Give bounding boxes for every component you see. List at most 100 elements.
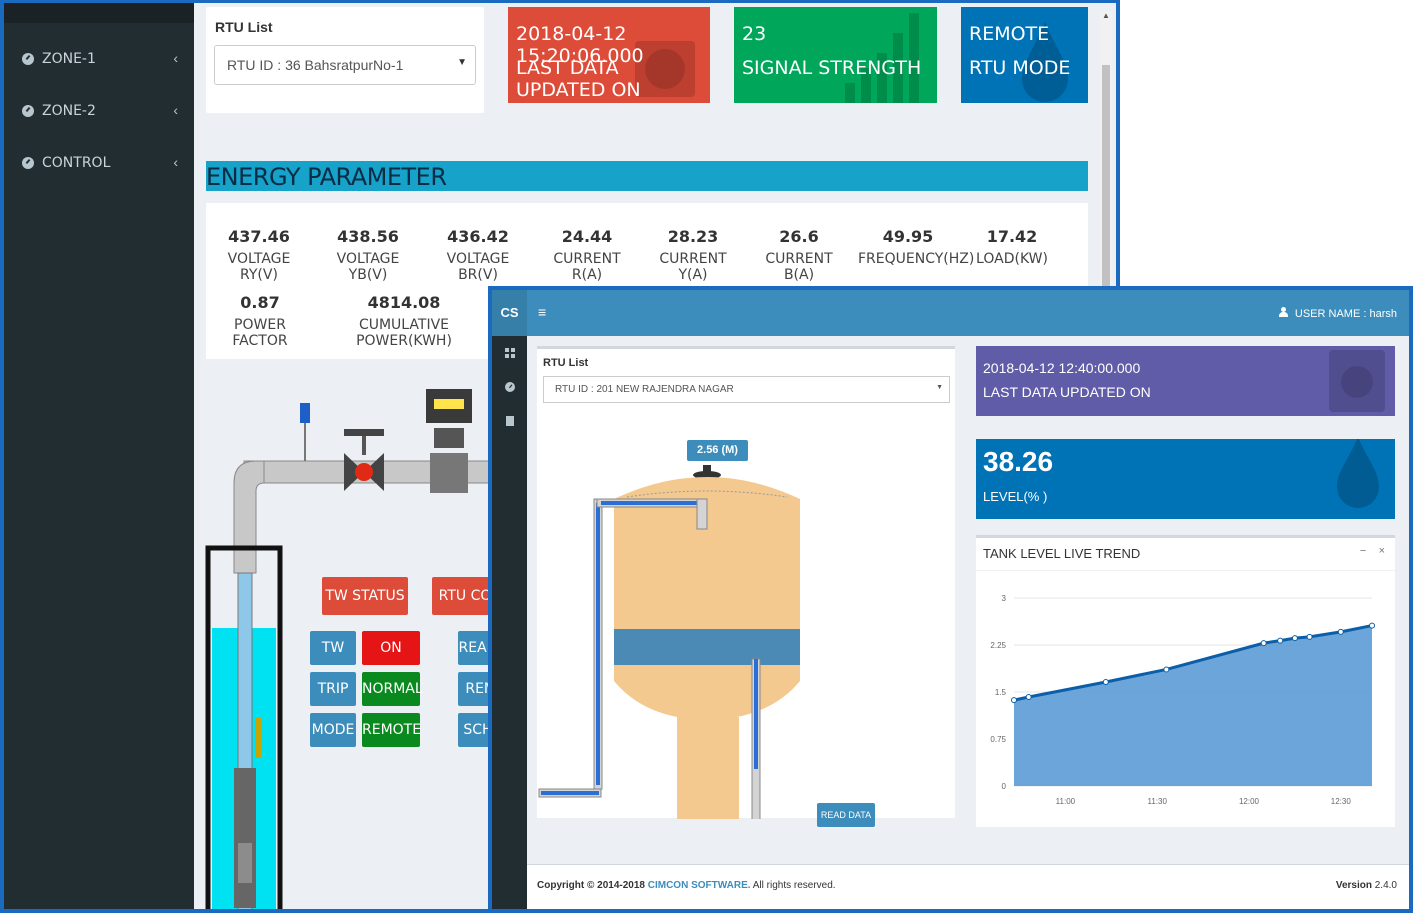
rtu-list-label: RTU List [543, 357, 589, 369]
minimize-icon[interactable]: − [1360, 545, 1366, 557]
param-voltage-ry: 437.46 VOLTAGE RY(V) [214, 227, 304, 283]
dashboard-icon[interactable] [505, 382, 515, 392]
param-name: VOLTAGE RY(V) [227, 251, 291, 283]
last-update-box: 2018-04-12 15:20:06.000 LAST DATA UPDATE… [508, 7, 710, 103]
last-update-value: 2018-04-12 12:40:00.000 [983, 360, 1141, 376]
mode-label: MODE [310, 713, 356, 747]
sidebar-item-zone-1[interactable]: ZONE-1 ‹ [4, 33, 194, 85]
param-name: VOLTAGE BR(V) [446, 251, 510, 283]
rtu-select[interactable]: RTU ID : 36 BahsratpurNo-1 ▼ [214, 45, 476, 85]
scrollbar-thumb[interactable] [1102, 65, 1110, 295]
chevron-left-icon: ‹ [173, 50, 178, 66]
y-tick-label: 2.25 [990, 641, 1006, 650]
user-icon [1278, 307, 1288, 317]
version-number: 2.4.0 [1374, 880, 1397, 891]
energy-parameter-title: ENERGY PARAMETER [206, 163, 447, 191]
x-tick-label: 11:30 [1147, 797, 1167, 806]
y-tick-label: 3 [1002, 594, 1007, 603]
y-tick-label: 0.75 [990, 735, 1006, 744]
signal-strength-label: SIGNAL STRENGTH [742, 57, 922, 79]
param-value: 0.87 [240, 293, 280, 312]
user-menu[interactable]: USER NAME : harsh [1278, 307, 1397, 320]
sidebar: ZONE-1 ‹ ZONE-2 ‹ CONTROL ‹ [4, 3, 194, 909]
data-point [1102, 678, 1109, 685]
footer-copyright: Copyright © 2014-2018 CIMCON SOFTWARE. A… [537, 880, 836, 891]
read-data-button[interactable]: READ DATA [817, 803, 875, 827]
close-icon[interactable]: × [1379, 545, 1385, 557]
energy-parameter-header: ENERGY PARAMETER [206, 161, 1088, 191]
last-update-label: LAST DATA UPDATED ON [516, 57, 641, 101]
param-current-r: 24.44 CURRENT R(A) [542, 227, 632, 283]
front-content: RTU List RTU ID : 201 NEW RAJENDRA NAGAR… [527, 336, 1409, 909]
param-name: CURRENT R(A) [553, 251, 621, 283]
sidebar-item-label: ZONE-1 [42, 51, 96, 67]
rights-text: All rights reserved. [752, 880, 836, 891]
caret-down-icon: ▼ [936, 384, 943, 391]
level-meter-tag: 2.56 (M) [687, 440, 748, 461]
scroll-up-icon[interactable]: ▲ [1102, 11, 1110, 20]
footer: Copyright © 2014-2018 CIMCON SOFTWARE. A… [527, 864, 1409, 909]
grid-icon[interactable] [505, 348, 515, 358]
x-tick-label: 12:00 [1239, 797, 1260, 806]
param-name: CUMULATIVE POWER(KWH) [356, 317, 452, 349]
rtu-list-box: RTU List RTU ID : 36 BahsratpurNo-1 ▼ [206, 7, 484, 113]
data-point [1369, 622, 1375, 629]
dashboard-icon [22, 157, 34, 169]
param-voltage-br: 436.42 VOLTAGE BR(V) [432, 227, 524, 283]
rtu-list-label: RTU List [215, 19, 273, 35]
sidebar-item-zone-2[interactable]: ZONE-2 ‹ [4, 85, 194, 137]
tank-trend-panel: TANK LEVEL LIVE TREND − × 0 0.75 1.5 2.25 3 1… [976, 535, 1395, 827]
app-logo[interactable]: CS [492, 290, 527, 336]
param-value: 437.46 [228, 227, 290, 246]
dashboard-icon [22, 53, 34, 65]
chevron-left-icon: ‹ [173, 154, 178, 170]
sidebar-item-label: ZONE-2 [42, 103, 96, 119]
param-voltage-yb: 438.56 VOLTAGE YB(V) [322, 227, 414, 283]
calendar-icon [1329, 350, 1385, 412]
water-tank-diagram [538, 465, 800, 819]
level-box: 38.26 LEVEL(% ) [976, 439, 1395, 519]
param-power-factor: 0.87 POWER FACTOR [210, 293, 310, 349]
rtu-mode-value: REMOTE [969, 23, 1050, 45]
param-name: CURRENT Y(A) [659, 251, 727, 283]
dashboard-icon [22, 105, 34, 117]
signal-strength-box: 23 SIGNAL STRENGTH [734, 7, 937, 103]
param-name: CURRENT B(A) [765, 251, 833, 283]
data-point [1306, 633, 1313, 640]
data-point [1291, 635, 1298, 642]
sidebar-item-control[interactable]: CONTROL ‹ [4, 137, 194, 189]
water-drop-icon [1337, 439, 1379, 508]
tw-label: TW [310, 631, 356, 665]
signal-strength-value: 23 [742, 23, 767, 45]
brand-link[interactable]: CIMCON SOFTWARE. [648, 880, 751, 891]
param-value: 28.23 [667, 227, 719, 246]
param-value: 4814.08 [367, 293, 441, 312]
param-current-y: 28.23 CURRENT Y(A) [648, 227, 738, 283]
param-load: 17.42 LOAD(KW) [972, 227, 1052, 267]
param-value: 17.42 [986, 227, 1038, 246]
rtu-select-value: RTU ID : 36 BahsratpurNo-1 [227, 57, 404, 73]
version-label: Version [1335, 880, 1372, 891]
menu-toggle-icon[interactable]: ≡ [538, 304, 546, 320]
tw-status-header: TW STATUS [322, 577, 408, 615]
param-value: 438.56 [337, 227, 399, 246]
panel-tools: − × [1360, 545, 1385, 557]
document-icon[interactable] [505, 416, 515, 426]
x-tick-label: 12:30 [1331, 797, 1352, 806]
data-point [1163, 666, 1170, 673]
front-window: CS ≡ USER NAME : harsh RTU List RTU ID :… [488, 286, 1413, 913]
top-navbar: CS ≡ USER NAME : harsh [492, 290, 1409, 336]
trip-state-badge: NORMAL [362, 672, 423, 706]
param-name: FREQUENCY(HZ) [858, 251, 975, 267]
param-current-b: 26.6 CURRENT B(A) [754, 227, 844, 283]
rtu-select[interactable]: RTU ID : 201 NEW RAJENDRA NAGAR ▼ [543, 376, 950, 403]
tank-panel: RTU List RTU ID : 201 NEW RAJENDRA NAGAR… [537, 346, 955, 827]
collapsed-sidebar [492, 336, 527, 909]
x-tick-label: 11:00 [1056, 797, 1076, 806]
caret-down-icon: ▼ [457, 57, 467, 68]
param-frequency: 49.95 FREQUENCY(HZ) [858, 227, 975, 267]
y-tick-label: 0 [1002, 782, 1007, 791]
param-cumulative-power: 4814.08 CUMULATIVE POWER(KWH) [324, 293, 484, 349]
panel-divider [976, 570, 1395, 571]
last-update-label: LAST DATA UPDATED ON [983, 384, 1151, 400]
